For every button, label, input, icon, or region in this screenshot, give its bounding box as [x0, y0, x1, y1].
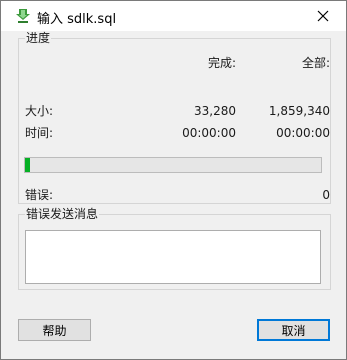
progress-bar-fill [25, 158, 31, 172]
errors-label: 错误: [25, 188, 54, 202]
total-column-header: 全部: [301, 56, 330, 70]
time-done-value: 00:00:00 [182, 126, 236, 140]
progress-bar [24, 157, 322, 173]
help-button[interactable]: 帮助 [18, 319, 91, 341]
time-total-value: 00:00:00 [276, 126, 330, 140]
error-message-group-label: 错误发送消息 [25, 207, 100, 221]
done-column-header: 完成: [207, 56, 236, 70]
cancel-button[interactable]: 取消 [257, 319, 330, 341]
size-label: 大小: [25, 104, 54, 118]
import-sql-icon [15, 8, 31, 24]
import-dialog: 输入 sdlk.sql 进度 完成: 全部: 大小: 33,280 1,859,… [0, 0, 347, 360]
error-message-field[interactable] [25, 230, 321, 284]
close-icon [317, 10, 329, 22]
window-title: 输入 sdlk.sql [37, 12, 117, 27]
size-done-value: 33,280 [194, 104, 236, 118]
title-bar: 输入 sdlk.sql [1, 1, 346, 31]
time-label: 时间: [25, 126, 54, 140]
errors-value: 0 [322, 188, 330, 202]
close-button[interactable] [300, 1, 346, 31]
size-total-value: 1,859,340 [268, 104, 330, 118]
progress-group-label: 进度 [25, 31, 52, 45]
progress-group: 进度 [18, 32, 331, 204]
